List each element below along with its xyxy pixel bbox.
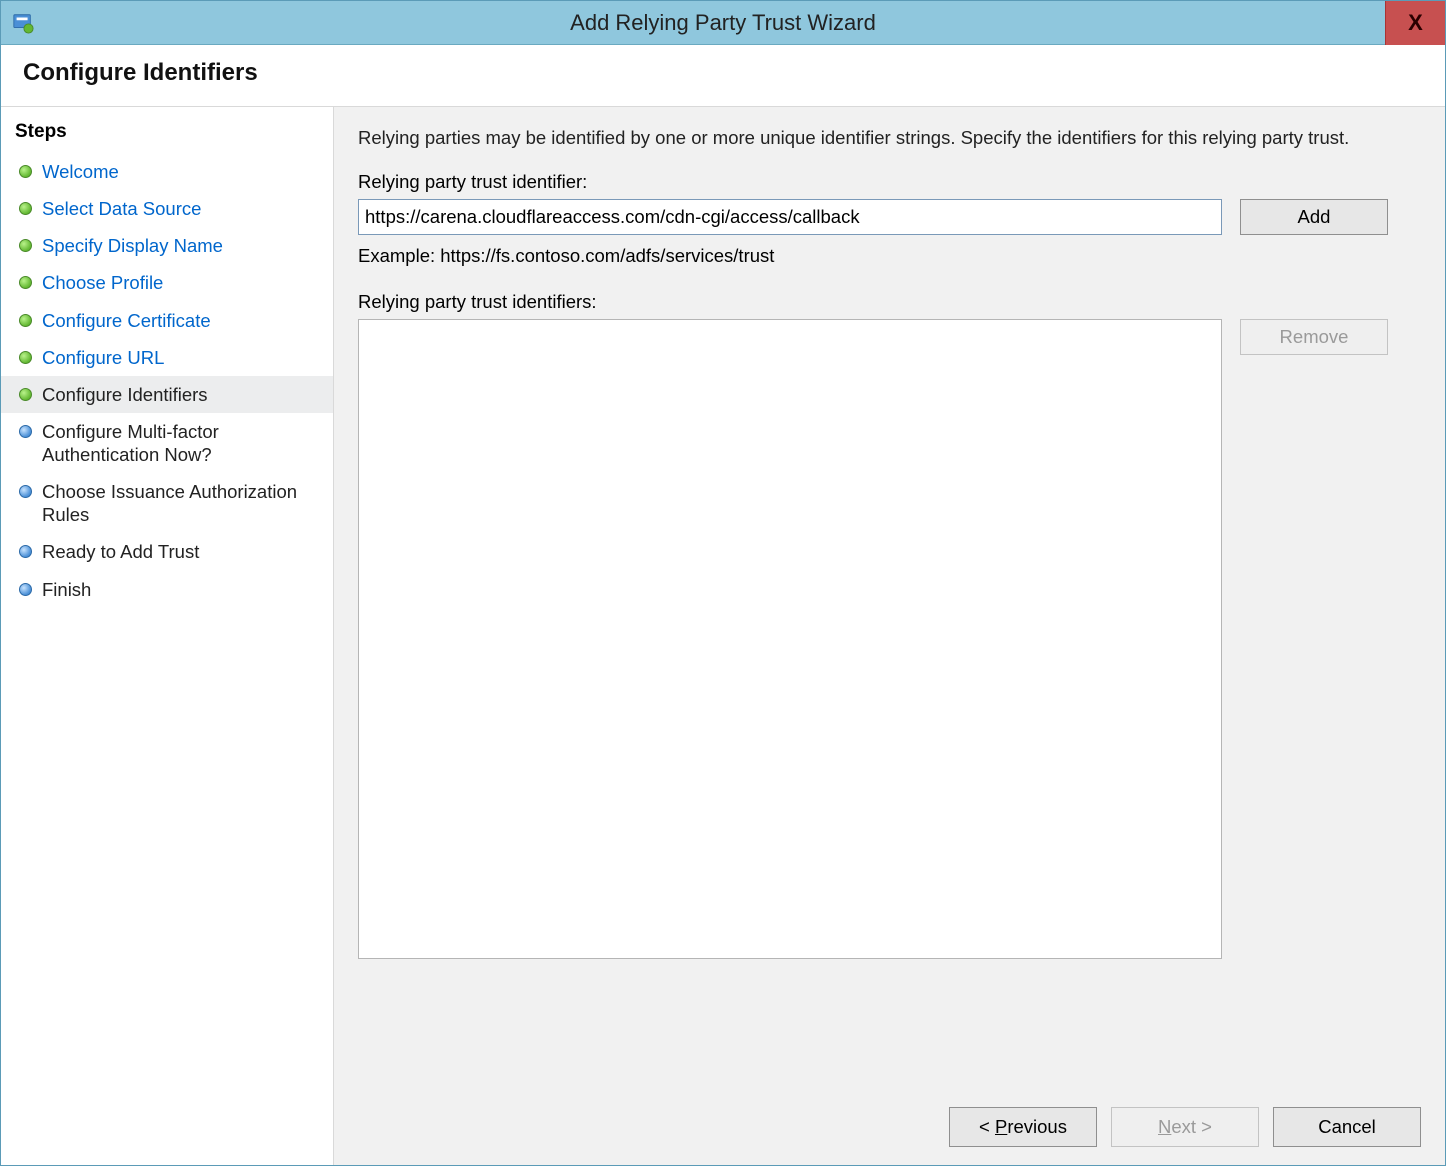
step-3[interactable]: Choose Profile [1,264,333,301]
step-bullet-icon [19,276,32,289]
step-2[interactable]: Specify Display Name [1,227,333,264]
step-9[interactable]: Ready to Add Trust [1,533,333,570]
step-0[interactable]: Welcome [1,153,333,190]
step-4[interactable]: Configure Certificate [1,302,333,339]
steps-heading: Steps [1,117,333,153]
step-5[interactable]: Configure URL [1,339,333,376]
page-title: Configure Identifiers [23,59,1423,87]
step-label: Select Data Source [42,197,201,220]
identifiers-listbox[interactable] [358,319,1222,959]
close-icon: X [1408,10,1423,36]
page-header: Configure Identifiers [1,45,1445,107]
step-bullet-icon [19,202,32,215]
identifiers-list-label: Relying party trust identifiers: [358,291,1421,313]
remove-button[interactable]: Remove [1240,319,1388,355]
previous-button[interactable]: < Previous [949,1107,1097,1147]
step-bullet-icon [19,545,32,558]
app-icon [11,11,35,35]
titlebar: Add Relying Party Trust Wizard X [1,1,1445,45]
identifier-input[interactable] [358,199,1222,235]
step-label: Configure Multi-factor Authentication No… [42,420,319,466]
step-label: Finish [42,578,91,601]
step-label: Configure URL [42,346,164,369]
step-bullet-icon [19,425,32,438]
wizard-window: Add Relying Party Trust Wizard X Configu… [0,0,1446,1166]
identifier-label: Relying party trust identifier: [358,171,1421,193]
steps-sidebar: Steps Welcome Select Data Source Specify D… [1,107,334,1165]
step-6: Configure Identifiers [1,376,333,413]
step-bullet-icon [19,314,32,327]
step-label: Configure Certificate [42,309,211,332]
step-label: Ready to Add Trust [42,540,199,563]
cancel-button[interactable]: Cancel [1273,1107,1421,1147]
step-8[interactable]: Choose Issuance Authorization Rules [1,473,333,533]
step-1[interactable]: Select Data Source [1,190,333,227]
main-panel: Relying parties may be identified by one… [334,107,1445,1165]
step-bullet-icon [19,351,32,364]
step-bullet-icon [19,388,32,401]
add-button[interactable]: Add [1240,199,1388,235]
step-label: Specify Display Name [42,234,223,257]
step-label: Choose Issuance Authorization Rules [42,480,319,526]
step-label: Choose Profile [42,271,163,294]
step-10[interactable]: Finish [1,571,333,608]
step-label: Welcome [42,160,119,183]
step-bullet-icon [19,165,32,178]
next-button[interactable]: Next > [1111,1107,1259,1147]
wizard-footer: < Previous Next > Cancel [358,1089,1421,1147]
step-bullet-icon [19,239,32,252]
step-7[interactable]: Configure Multi-factor Authentication No… [1,413,333,473]
step-label: Configure Identifiers [42,383,208,406]
step-bullet-icon [19,583,32,596]
close-button[interactable]: X [1385,1,1445,45]
intro-text: Relying parties may be identified by one… [358,127,1378,149]
wizard-body: Steps Welcome Select Data Source Specify D… [1,107,1445,1165]
identifier-example: Example: https://fs.contoso.com/adfs/ser… [358,245,1421,267]
step-bullet-icon [19,485,32,498]
window-title: Add Relying Party Trust Wizard [1,10,1445,36]
